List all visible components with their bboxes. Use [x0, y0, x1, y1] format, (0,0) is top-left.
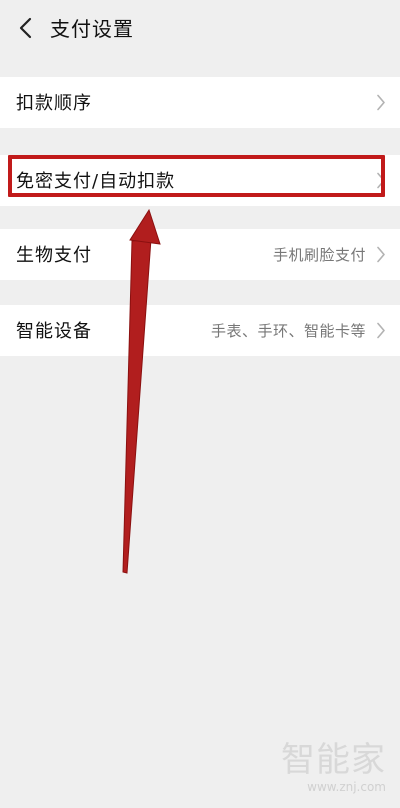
row-value: 手机刷脸支付 — [272, 246, 366, 264]
watermark-url: www.znj.com — [307, 780, 386, 794]
back-chevron-icon[interactable] — [16, 16, 36, 40]
chevron-right-icon — [377, 246, 385, 263]
row-label: 扣款顺序 — [16, 93, 92, 114]
highlight-box — [8, 155, 385, 197]
chevron-right-icon — [377, 94, 385, 111]
chevron-right-icon — [377, 322, 385, 339]
page-title: 支付设置 — [50, 17, 134, 41]
row-label: 智能设备 — [16, 321, 92, 342]
header-bar: 支付设置 — [0, 0, 400, 56]
settings-row-biometric-payment[interactable]: 生物支付 手机刷脸支付 — [0, 229, 400, 280]
row-value: 手表、手环、智能卡等 — [210, 322, 366, 340]
watermark: 智能家 www.znj.com — [276, 741, 386, 801]
settings-row-smart-devices[interactable]: 智能设备 手表、手环、智能卡等 — [0, 305, 400, 356]
row-label: 生物支付 — [16, 245, 92, 266]
watermark-text: 智能家 — [281, 740, 386, 780]
settings-row-deduction-order[interactable]: 扣款顺序 — [0, 77, 400, 128]
